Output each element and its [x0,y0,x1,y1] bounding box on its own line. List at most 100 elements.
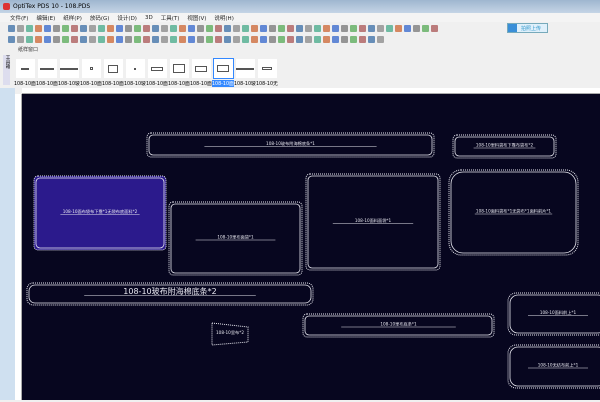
toolbar-button[interactable] [314,36,321,43]
thumbnail-item[interactable]: 108-10无 [256,55,278,87]
pattern-piece[interactable]: 108-10面布袋布下靠*1无袋布底面料*2 [33,175,167,251]
thumbnail-item[interactable]: 108-10面 [146,55,168,87]
toolbar-button[interactable] [269,36,276,43]
toolbar-button[interactable] [53,36,60,43]
toolbar-button[interactable] [224,25,231,32]
toolbar-button[interactable] [17,25,24,32]
toolbar-button[interactable] [134,36,141,43]
toolbar-button[interactable] [242,25,249,32]
toolbar-button[interactable] [98,25,105,32]
toolbar-button[interactable] [143,25,150,32]
toolbar-button[interactable] [98,36,105,43]
toolbar-button[interactable] [341,25,348,32]
toolbar-button[interactable] [242,36,249,43]
toolbar-button[interactable] [404,25,411,32]
toolbar-button[interactable] [359,25,366,32]
toolbar-button[interactable] [62,36,69,43]
pattern-piece[interactable]: 108-10无纺布前上*1 [507,344,600,389]
menu-edit[interactable]: 编辑(E) [36,14,55,22]
pattern-piece[interactable]: 108-10里布面袋*1 [168,201,303,276]
menu-view[interactable]: 视图(V) [187,14,206,22]
toolbar-button[interactable] [161,36,168,43]
thumbnail-item[interactable]: 108-10面 [80,55,102,87]
toolbar-button[interactable] [179,36,186,43]
toolbar-button[interactable] [332,36,339,43]
toolbar-button[interactable] [17,36,24,43]
thumbnail-item[interactable]: 108-10面 [102,55,124,87]
toolbar-button[interactable] [296,25,303,32]
thumbnail-item[interactable]: 108-10玻 [58,55,80,87]
toolbar-button[interactable] [125,36,132,43]
toolbar-button[interactable] [287,25,294,32]
pattern-piece[interactable]: 108-10里布*2 [211,322,249,346]
toolbar-button[interactable] [8,25,15,32]
toolbar-button[interactable] [431,25,438,32]
thumbnail-item[interactable]: 108-10面 [212,55,234,87]
toolbar-button[interactable] [26,36,33,43]
toolbar-button[interactable] [44,36,51,43]
thumbnail-item[interactable]: 108-10面 [190,55,212,87]
toolbar-button[interactable] [206,25,213,32]
pattern-piece[interactable]: 108-10面料袋布*1无袋布*1面料前片*1 [448,169,579,256]
toolbar-button[interactable] [260,25,267,32]
menu-3d[interactable]: 3D [145,15,153,21]
toolbar-button[interactable] [80,36,87,43]
toolbar-button[interactable] [8,36,15,43]
menu-grade[interactable]: 放码(G) [90,14,110,22]
toolbar-button[interactable] [26,25,33,32]
pattern-canvas[interactable]: 108-10玻布附海棉底条*1 108-10里料袋布下靠布袋布*2 108-10面布… [22,94,600,400]
toolbar-button[interactable] [323,25,330,32]
toolbar-button[interactable] [152,36,159,43]
toolbar-button[interactable] [251,25,258,32]
toolbar-button[interactable] [134,25,141,32]
toolbar-button[interactable] [287,36,294,43]
toolbar-button[interactable] [278,25,285,32]
toolbar-button[interactable] [413,25,420,32]
toolbar-button[interactable] [161,25,168,32]
toolbar-button[interactable] [332,25,339,32]
toolbar-button[interactable] [368,36,375,43]
toolbar-button[interactable] [422,25,429,32]
pattern-piece[interactable]: 108-10玻布附海棉底条*1 [146,132,435,158]
toolbar-button[interactable] [188,36,195,43]
toolbar-button[interactable] [215,36,222,43]
upload-button[interactable]: 拍照上传 [507,23,548,33]
toolbar-button[interactable] [323,36,330,43]
toolbar-button[interactable] [278,36,285,43]
toolbar-button[interactable] [386,25,393,32]
thumbnail-item[interactable]: 108-10面 [168,55,190,87]
toolbar-button[interactable] [152,25,159,32]
menu-design[interactable]: 设计(D) [117,14,137,22]
menu-pattern[interactable]: 纸样(P) [63,14,82,22]
toolbar-button[interactable] [143,36,150,43]
menu-tools[interactable]: 工具(T) [161,14,180,22]
toolbar-button[interactable] [260,36,267,43]
toolbar-button[interactable] [188,25,195,32]
toolbar-button[interactable] [215,25,222,32]
toolbar-button[interactable] [377,36,384,43]
toolbar-button[interactable] [71,25,78,32]
toolbar-button[interactable] [116,25,123,32]
toolbar-button[interactable] [359,36,366,43]
toolbar-button[interactable] [62,25,69,32]
thumbnail-item[interactable]: 108-10玻 [234,55,256,87]
toolbar-button[interactable] [377,25,384,32]
toolbar-button[interactable] [35,25,42,32]
pattern-piece[interactable]: 108-10里料袋布下靠布袋布*2 [452,134,557,159]
toolbar-button[interactable] [179,25,186,32]
toolbar-button[interactable] [314,25,321,32]
toolbar-button[interactable] [89,36,96,43]
thumbnail-item[interactable]: 108-10面 [14,55,36,87]
toolbar-button[interactable] [53,25,60,32]
toolbar-button[interactable] [368,25,375,32]
toolbar-button[interactable] [296,36,303,43]
toolbar-button[interactable] [197,25,204,32]
toolbar-button[interactable] [251,36,258,43]
toolbar-button[interactable] [71,36,78,43]
pattern-piece[interactable]: 108-10里布底条*1 [302,313,495,338]
toolbar-button[interactable] [269,25,276,32]
toolbar-button[interactable] [80,25,87,32]
pattern-piece[interactable]: 108-10面料面袋*1 [305,173,441,271]
pattern-piece[interactable]: 108-10玻布附海棉底条*2 [26,282,314,306]
thumbnail-item[interactable]: 108-10面 [36,55,58,87]
